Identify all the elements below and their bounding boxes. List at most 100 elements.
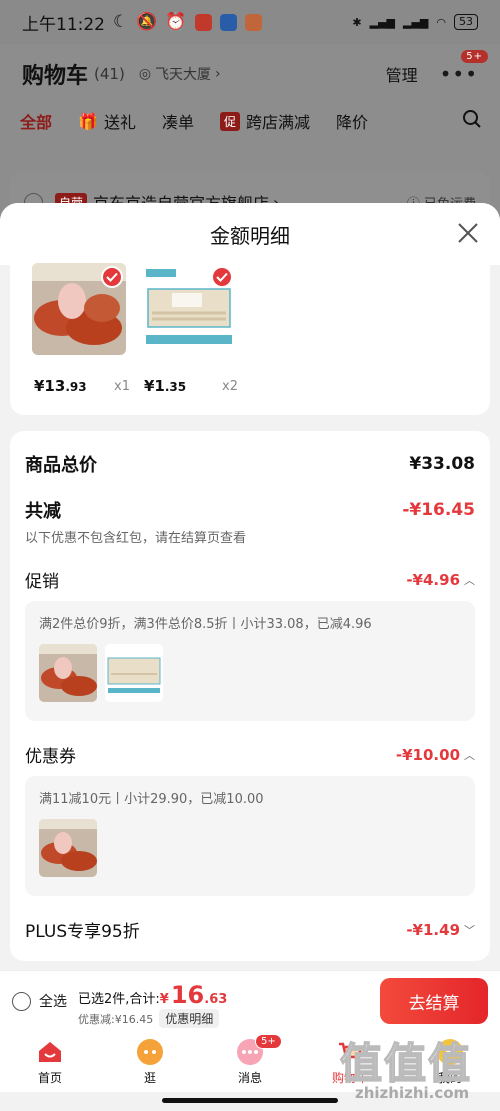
sheet-header: 金额明细: [0, 203, 500, 265]
discount-note-row: 以下优惠不包含红包，请在结算页查看: [25, 527, 475, 546]
app-notification-icon: [194, 13, 212, 31]
promo-badge: 促: [219, 111, 240, 131]
product-qty: x2: [222, 379, 238, 394]
app-notification-icon: [244, 13, 262, 31]
chevron-down-icon[interactable]: ﹀: [464, 922, 475, 938]
coupon-product-images: [39, 819, 461, 877]
more-dots-icon: •••: [439, 62, 478, 86]
discount-label: 共减: [25, 501, 61, 522]
gift-icon: 🎁: [78, 111, 98, 131]
tab-home-label: 首页: [37, 1070, 62, 1085]
price-integer: ¥1: [144, 377, 165, 395]
select-all-radio[interactable]: [12, 991, 31, 1011]
select-all[interactable]: 全选: [12, 991, 67, 1011]
tab-messages[interactable]: 5+ 消息: [200, 1032, 300, 1092]
sausage-thumbnail: [39, 644, 97, 702]
price-decimal: .35: [164, 380, 187, 394]
sheet-title: 金额明细: [210, 223, 290, 248]
product-price: ¥1.35: [144, 377, 186, 395]
chevron-right-icon: ›: [215, 66, 221, 82]
location-selector[interactable]: ◎ 飞天大厦 ›: [139, 64, 221, 84]
tab-browse[interactable]: 逛: [100, 1032, 200, 1092]
checkout-button[interactable]: 去结算: [380, 978, 488, 1024]
discount-row: 共减 -¥16.45: [25, 497, 475, 523]
select-all-label: 全选: [39, 994, 67, 1010]
selected-text: 已选2件,合计:: [78, 992, 160, 1007]
location-text: 飞天大厦: [155, 67, 212, 83]
eye-icon: ◎: [138, 66, 152, 82]
currency-symbol: ¥: [159, 992, 169, 1007]
home-icon: [37, 1039, 63, 1065]
browse-icon: [137, 1038, 163, 1065]
discount-value: -¥16.45: [402, 500, 475, 520]
moon-icon: ☾: [113, 12, 129, 32]
plus-row[interactable]: PLUS专享95折 -¥1.49 ﹀: [25, 917, 475, 943]
plus-value: -¥1.49: [406, 920, 460, 939]
more-badge: 5+: [461, 50, 488, 63]
cart-header: 购物车 (41) ◎ 飞天大厦 › 管理 ••• 5+: [22, 50, 488, 94]
coupon-label: 优惠券: [25, 747, 76, 767]
tab-gift-label: 送礼: [103, 113, 136, 132]
alarm-icon: ⏰: [165, 12, 187, 32]
coupon-row[interactable]: 优惠券 -¥10.00 ︿: [25, 742, 475, 768]
checkmark-icon: [101, 266, 123, 288]
promo-row[interactable]: 促销 -¥4.96 ︿: [25, 567, 475, 593]
watermark-url: zhizhizhi.com: [355, 1084, 470, 1102]
total-value: ¥33.08: [409, 454, 475, 474]
price-integer: ¥13: [34, 377, 66, 395]
saved-text: 优惠减:¥16.45: [78, 1012, 154, 1026]
tab-all[interactable]: 全部: [20, 109, 52, 133]
plus-label: PLUS专享95折: [25, 922, 140, 942]
more-button[interactable]: ••• 5+: [439, 50, 488, 86]
tab-cross-store-label: 跨店满减: [245, 113, 310, 132]
checkout-total: 16.63: [171, 981, 227, 1009]
discount-detail-button[interactable]: 优惠明细: [159, 1009, 220, 1028]
toothpick-thumbnail: [105, 644, 163, 702]
promo-product-images: [39, 644, 461, 702]
tab-cross-store[interactable]: 促 跨店满减: [219, 109, 310, 133]
total-label: 商品总价: [25, 455, 97, 476]
amount-detail-card: 商品总价 ¥33.08 共减 -¥16.45 以下优惠不包含红包，请在结算页查看…: [10, 431, 490, 961]
total-integer: 16: [170, 981, 205, 1009]
total-decimal: .63: [204, 992, 228, 1007]
wifi-icon: ◠: [436, 15, 446, 29]
search-icon[interactable]: [462, 109, 482, 133]
product-price: ¥13.93: [34, 377, 87, 395]
tab-coudan[interactable]: 凑单: [162, 109, 194, 133]
products-card: ¥13.93 x1 ¥1.35 x2: [10, 263, 490, 415]
status-time: 上午11:22: [22, 14, 105, 35]
discount-note: 以下优惠不包含红包，请在结算页查看: [25, 531, 247, 546]
status-bar: 上午11:22 ☾ 🔕 ⏰ ✱ ▂▄▆ ▂▄▆ ◠ 53: [0, 0, 500, 44]
messages-badge: 5+: [255, 1034, 282, 1049]
sausage-product-image: [32, 263, 126, 355]
manage-button[interactable]: 管理: [386, 62, 418, 86]
chevron-up-icon[interactable]: ︿: [464, 572, 475, 588]
checkmark-icon: [211, 266, 233, 288]
signal-icon: ▂▄▆: [403, 15, 429, 29]
total-summary: 已选2件,合计: ¥ 16.63: [78, 981, 227, 1009]
tab-home[interactable]: 首页: [0, 1032, 100, 1092]
tab-price-drop[interactable]: 降价: [336, 109, 368, 133]
saved-line: 优惠减:¥16.45 优惠明细: [78, 1009, 220, 1028]
home-indicator: [162, 1098, 338, 1103]
coupon-detail-box: 满11减10元丨小计29.90，已减10.00: [25, 776, 475, 896]
battery-indicator: 53: [454, 14, 478, 30]
mute-bell-icon: 🔕: [136, 12, 158, 32]
total-row: 商品总价 ¥33.08: [25, 451, 475, 477]
cart-title: 购物车: [22, 64, 89, 89]
close-icon[interactable]: [456, 221, 480, 245]
promo-label: 促销: [25, 572, 59, 592]
toothpick-product-image: [142, 263, 236, 355]
product-item[interactable]: [32, 263, 126, 355]
bluetooth-icon: ✱: [352, 15, 362, 29]
app-notification-icon: [219, 13, 237, 31]
cart-count: (41): [94, 65, 125, 83]
product-item[interactable]: [142, 263, 236, 355]
tab-browse-label: 逛: [143, 1070, 156, 1085]
amount-detail-sheet: 金额明细 ¥13.93 x1 ¥1 .35 x2 商品总价 ¥33.08 共减 …: [0, 203, 500, 970]
price-decimal: .93: [65, 380, 87, 394]
chevron-up-icon[interactable]: ︿: [464, 747, 475, 763]
tab-gift[interactable]: 🎁 送礼: [78, 109, 136, 133]
signal-icon: ▂▄▆: [369, 15, 395, 29]
checkout-bar: 全选 已选2件,合计: ¥ 16.63 优惠减:¥16.45 优惠明细 去结算: [0, 970, 500, 1032]
